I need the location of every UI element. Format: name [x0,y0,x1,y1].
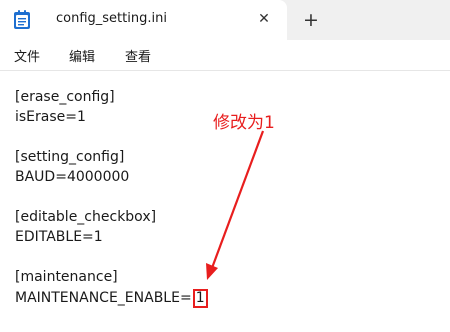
notepad-icon [14,10,30,29]
notepad-window: config_setting.ini ✕ + 文件 编辑 查看 [erase_c… [0,0,450,332]
close-icon[interactable]: ✕ [254,9,274,29]
editor-line: [erase_config] [15,89,115,105]
tab-title: config_setting.ini [56,11,167,26]
editor-line: [setting_config] [15,149,125,165]
tab-config-setting[interactable]: config_setting.ini ✕ [0,0,287,40]
highlighted-value-box: 1 [192,289,208,308]
menu-view[interactable]: 查看 [125,46,151,65]
menu-bar: 文件 编辑 查看 [0,40,450,71]
tab-bar: config_setting.ini ✕ + [0,0,450,40]
editor-line: [editable_checkbox] [15,209,157,225]
menu-file[interactable]: 文件 [14,46,40,65]
editor-line: [maintenance] [15,269,118,285]
menu-edit[interactable]: 编辑 [69,46,95,65]
editor-line: BAUD=4000000 [15,169,130,185]
plus-icon[interactable]: + [300,9,322,31]
editor-line: EDITABLE=1 [15,229,103,245]
maintenance-key: MAINTENANCE_ENABLE= [15,290,192,306]
editor-line-maintenance-enable: MAINTENANCE_ENABLE= 1 [15,289,208,308]
annotation-text: 修改为1 [213,113,275,133]
editor-line: isErase=1 [15,109,86,125]
